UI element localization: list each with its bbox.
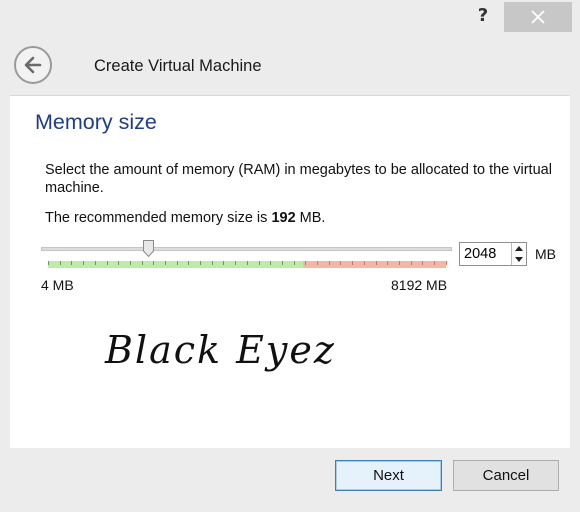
scale-tick: [352, 261, 353, 265]
scale-tick: [83, 261, 84, 265]
recommend-prefix: The recommended memory size is: [45, 210, 272, 226]
recommend-suffix: MB.: [295, 210, 326, 226]
back-button[interactable]: [14, 46, 52, 84]
scale-tick: [95, 261, 96, 265]
scale-tick: [223, 261, 224, 265]
max-memory-label: 8192 MB: [391, 277, 448, 293]
scale-tick: [212, 261, 213, 265]
wizard-footer: Next Cancel: [0, 448, 580, 512]
scale-tick: [364, 261, 365, 265]
warning-memory-range: [303, 261, 446, 268]
scale-tick: [305, 261, 306, 265]
content-panel: Memory size Select the amount of memory …: [10, 95, 570, 448]
memory-description: Select the amount of memory (RAM) in meg…: [45, 162, 552, 196]
wizard-header: Create Virtual Machine: [0, 36, 580, 94]
scale-tick: [130, 261, 131, 265]
scale-tick: [235, 261, 236, 265]
scale-tick: [259, 261, 260, 265]
scale-tick: [177, 261, 178, 265]
arrow-up-icon: [515, 246, 523, 251]
memory-slider-thumb[interactable]: [143, 240, 154, 257]
scale-tick: [317, 261, 318, 265]
recommend-value: 192: [271, 210, 296, 226]
back-arrow-icon: [24, 56, 42, 74]
close-icon: [531, 10, 545, 24]
scale-tick: [270, 261, 271, 265]
scale-tick: [165, 261, 166, 265]
scale-tick: [399, 261, 400, 265]
memory-unit-label: MB: [535, 246, 556, 262]
scale-tick: [294, 261, 295, 265]
spin-buttons: [511, 243, 526, 265]
title-bar: ?: [0, 0, 580, 36]
scale-tick: [48, 261, 49, 265]
help-button[interactable]: ?: [468, 2, 498, 32]
scale-tick: [142, 261, 143, 265]
scale-tick: [71, 261, 72, 265]
scale-tick: [247, 261, 248, 265]
scale-tick: [340, 261, 341, 265]
scale-tick: [153, 261, 154, 265]
safe-memory-range: [48, 261, 303, 268]
scale-tick: [282, 261, 283, 265]
close-button[interactable]: [504, 2, 572, 32]
scale-tick: [411, 261, 412, 265]
memory-size-spinbox[interactable]: 2048: [459, 242, 527, 266]
memory-slider-track[interactable]: [41, 247, 452, 251]
watermark-text: Black Eyez: [105, 328, 336, 372]
memory-size-value[interactable]: 2048: [464, 246, 496, 262]
scale-tick: [434, 261, 435, 265]
scale-tick: [329, 261, 330, 265]
scale-tick: [118, 261, 119, 265]
min-memory-label: 4 MB: [41, 277, 74, 293]
arrow-down-icon: [515, 257, 523, 262]
next-button[interactable]: Next: [335, 460, 442, 491]
cancel-button[interactable]: Cancel: [453, 460, 559, 491]
memory-scale-bar: [48, 261, 447, 268]
recommended-memory-text: The recommended memory size is 192 MB.: [45, 210, 325, 226]
scale-tick: [107, 261, 108, 265]
scale-tick: [188, 261, 189, 265]
scale-tick: [376, 261, 377, 265]
wizard-title: Create Virtual Machine: [94, 57, 262, 75]
scale-tick: [200, 261, 201, 265]
scale-tick: [60, 261, 61, 265]
scale-tick: [422, 261, 423, 265]
scale-tick: [387, 261, 388, 265]
scale-tick: [446, 261, 447, 265]
page-heading: Memory size: [35, 110, 157, 134]
decrement-button[interactable]: [512, 254, 526, 265]
increment-button[interactable]: [512, 243, 526, 254]
